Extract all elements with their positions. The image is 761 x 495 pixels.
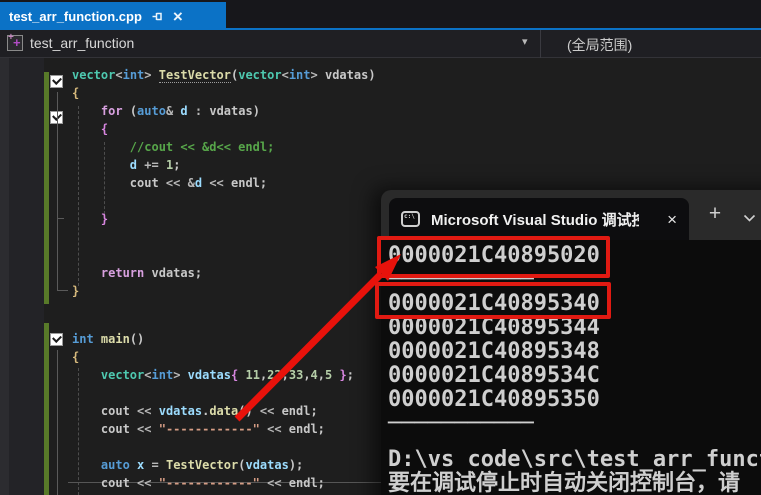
outline-guide [57, 350, 58, 495]
code-line: //cout << &d<< endl; [72, 140, 275, 154]
collapse-region-icon[interactable] [50, 333, 63, 346]
console-title-bar[interactable]: c:\ Microsoft Visual Studio 调试控制台 × + [381, 190, 761, 240]
code-line: for (auto& d : vdatas) [100, 104, 260, 118]
console-line: 0000021C40895350 [388, 387, 600, 412]
code-line: auto x = TestVector(vdatas); [100, 458, 304, 472]
code-line: int main() [72, 332, 145, 346]
editor-tab-title: test_arr_function.cpp [9, 8, 142, 24]
code-line: } [100, 212, 109, 226]
code-line: vector<int> TestVector(vector<int> vdata… [72, 68, 376, 83]
code-line: cout << vdatas.data() << endl; [72, 404, 318, 418]
code-line: vector<int> vdatas{ 11,22,33,4,5 }; [100, 368, 354, 382]
editor-gutter [9, 58, 44, 495]
code-line: { [72, 86, 80, 100]
symbol-dropdown[interactable]: test_arr_function [30, 35, 134, 51]
console-output[interactable]: 0000021C40895020 ─────────── 0000021C40895… [381, 240, 761, 495]
console-tab-title: Microsoft Visual Studio 调试控制台 [431, 211, 639, 229]
chevron-down-icon[interactable] [743, 210, 756, 228]
new-tab-button[interactable]: + [701, 201, 729, 229]
breakpoint-margin[interactable] [0, 58, 9, 495]
pin-icon[interactable] [151, 10, 164, 23]
console-line: 要在调试停止时自动关闭控制台，请 [388, 471, 741, 495]
code-line: { [100, 122, 109, 136]
highlight-box-address-2 [375, 282, 611, 319]
highlight-box-address-1 [377, 236, 610, 278]
console-close-icon[interactable]: × [667, 211, 677, 228]
change-tracking-bar [44, 72, 49, 304]
chevron-down-icon[interactable]: ▾ [522, 35, 528, 48]
console-tab[interactable]: c:\ Microsoft Visual Studio 调试控制台 × [389, 198, 689, 240]
code-line: return vdatas; [100, 266, 203, 280]
outline-guide [57, 218, 64, 219]
code-line: cout << "------------" << endl; [72, 422, 325, 436]
member-icon: + + [7, 32, 23, 51]
code-line: cout << &d << endl; [72, 176, 268, 190]
change-tracking-bar [44, 323, 49, 495]
code-line: { [72, 350, 80, 364]
visual-studio-window: test_arr_function.cpp × + + test_arr_fun… [0, 0, 761, 495]
close-icon[interactable]: × [173, 8, 183, 25]
navigation-bar: + + test_arr_function ▾ (全局范围) [0, 30, 761, 58]
console-line: 0000021C40895344 [388, 315, 600, 340]
editor-tab-active[interactable]: test_arr_function.cpp × [0, 2, 226, 30]
console-line: ─────────── [388, 411, 534, 436]
console-icon: c:\ [401, 211, 420, 227]
navbar-divider [540, 30, 541, 58]
code-line: cout << "------------" << endl; [72, 476, 325, 490]
code-line: } [72, 284, 80, 298]
scope-dropdown[interactable]: (全局范围) [567, 35, 632, 55]
console-line: 0000021C4089534C [388, 363, 600, 388]
console-line: D:\vs code\src\test_arr_function [388, 447, 761, 472]
collapse-region-icon[interactable] [50, 75, 63, 88]
code-line: d += 1; [129, 158, 181, 172]
outline-guide [57, 92, 58, 290]
editor-tab-strip: test_arr_function.cpp × [0, 0, 761, 30]
outline-guide [57, 290, 68, 291]
console-line: 0000021C40895348 [388, 339, 600, 364]
